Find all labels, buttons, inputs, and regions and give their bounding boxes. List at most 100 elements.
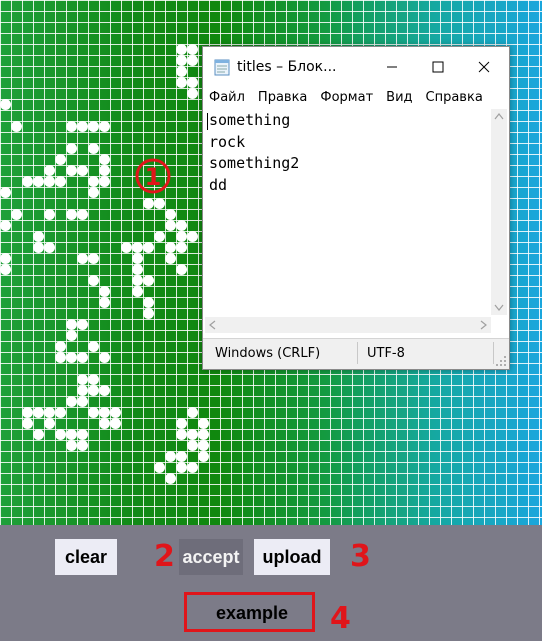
live-cell[interactable] <box>11 121 22 132</box>
live-cell[interactable] <box>55 154 66 165</box>
live-cell[interactable] <box>55 429 66 440</box>
live-cell[interactable] <box>198 440 209 451</box>
menu-view[interactable]: Вид <box>380 87 419 109</box>
live-cell[interactable] <box>0 220 11 231</box>
live-cell[interactable] <box>55 352 66 363</box>
live-cell[interactable] <box>66 330 77 341</box>
live-cell[interactable] <box>99 418 110 429</box>
live-cell[interactable] <box>66 352 77 363</box>
live-cell[interactable] <box>143 242 154 253</box>
clear-button[interactable]: clear <box>55 539 117 575</box>
live-cell[interactable] <box>176 231 187 242</box>
live-cell[interactable] <box>99 286 110 297</box>
live-cell[interactable] <box>154 462 165 473</box>
live-cell[interactable] <box>77 374 88 385</box>
live-cell[interactable] <box>33 176 44 187</box>
live-cell[interactable] <box>55 407 66 418</box>
live-cell[interactable] <box>132 242 143 253</box>
live-cell[interactable] <box>176 44 187 55</box>
live-cell[interactable] <box>11 209 22 220</box>
live-cell[interactable] <box>0 253 11 264</box>
live-cell[interactable] <box>88 385 99 396</box>
live-cell[interactable] <box>88 374 99 385</box>
live-cell[interactable] <box>99 385 110 396</box>
live-cell[interactable] <box>66 440 77 451</box>
live-cell[interactable] <box>99 407 110 418</box>
live-cell[interactable] <box>22 418 33 429</box>
live-cell[interactable] <box>77 209 88 220</box>
menu-edit[interactable]: Правка <box>252 87 314 109</box>
live-cell[interactable] <box>176 418 187 429</box>
live-cell[interactable] <box>77 429 88 440</box>
close-button[interactable] <box>461 47 507 87</box>
live-cell[interactable] <box>55 341 66 352</box>
live-cell[interactable] <box>88 121 99 132</box>
live-cell[interactable] <box>88 341 99 352</box>
live-cell[interactable] <box>66 429 77 440</box>
live-cell[interactable] <box>121 242 132 253</box>
live-cell[interactable] <box>88 187 99 198</box>
live-cell[interactable] <box>88 176 99 187</box>
live-cell[interactable] <box>66 319 77 330</box>
live-cell[interactable] <box>110 418 121 429</box>
live-cell[interactable] <box>0 187 11 198</box>
live-cell[interactable] <box>132 264 143 275</box>
live-cell[interactable] <box>165 451 176 462</box>
live-cell[interactable] <box>77 319 88 330</box>
live-cell[interactable] <box>0 264 11 275</box>
live-cell[interactable] <box>198 429 209 440</box>
live-cell[interactable] <box>77 385 88 396</box>
notepad-window[interactable]: titles – Блок... Файл Правка Формат Вид … <box>202 46 510 370</box>
notepad-titlebar[interactable]: titles – Блок... <box>203 47 509 87</box>
live-cell[interactable] <box>77 396 88 407</box>
live-cell[interactable] <box>55 176 66 187</box>
live-cell[interactable] <box>88 407 99 418</box>
live-cell[interactable] <box>176 429 187 440</box>
live-cell[interactable] <box>176 264 187 275</box>
live-cell[interactable] <box>176 220 187 231</box>
text-editor[interactable]: something rock something2 dd <box>206 109 491 316</box>
live-cell[interactable] <box>66 165 77 176</box>
accept-button[interactable]: accept <box>179 539 243 575</box>
live-cell[interactable] <box>187 440 198 451</box>
minimize-button[interactable] <box>369 47 415 87</box>
live-cell[interactable] <box>33 407 44 418</box>
vertical-scrollbar[interactable] <box>491 109 507 315</box>
live-cell[interactable] <box>165 242 176 253</box>
live-cell[interactable] <box>143 297 154 308</box>
live-cell[interactable] <box>176 66 187 77</box>
example-button[interactable]: example <box>195 598 309 628</box>
live-cell[interactable] <box>132 286 143 297</box>
live-cell[interactable] <box>132 253 143 264</box>
live-cell[interactable] <box>176 242 187 253</box>
live-cell[interactable] <box>187 462 198 473</box>
live-cell[interactable] <box>44 165 55 176</box>
resize-grip-icon[interactable] <box>495 355 507 367</box>
live-cell[interactable] <box>99 176 110 187</box>
live-cell[interactable] <box>44 407 55 418</box>
live-cell[interactable] <box>176 77 187 88</box>
live-cell[interactable] <box>198 451 209 462</box>
upload-button[interactable]: upload <box>254 539 330 575</box>
live-cell[interactable] <box>165 209 176 220</box>
live-cell[interactable] <box>187 77 198 88</box>
maximize-button[interactable] <box>415 47 461 87</box>
live-cell[interactable] <box>66 121 77 132</box>
live-cell[interactable] <box>99 165 110 176</box>
live-cell[interactable] <box>88 143 99 154</box>
live-cell[interactable] <box>165 473 176 484</box>
horizontal-scrollbar[interactable] <box>205 317 491 333</box>
live-cell[interactable] <box>99 154 110 165</box>
live-cell[interactable] <box>165 220 176 231</box>
live-cell[interactable] <box>33 231 44 242</box>
live-cell[interactable] <box>187 88 198 99</box>
live-cell[interactable] <box>66 209 77 220</box>
live-cell[interactable] <box>99 121 110 132</box>
live-cell[interactable] <box>187 55 198 66</box>
live-cell[interactable] <box>187 231 198 242</box>
live-cell[interactable] <box>198 418 209 429</box>
live-cell[interactable] <box>77 121 88 132</box>
live-cell[interactable] <box>154 198 165 209</box>
live-cell[interactable] <box>99 352 110 363</box>
live-cell[interactable] <box>88 275 99 286</box>
